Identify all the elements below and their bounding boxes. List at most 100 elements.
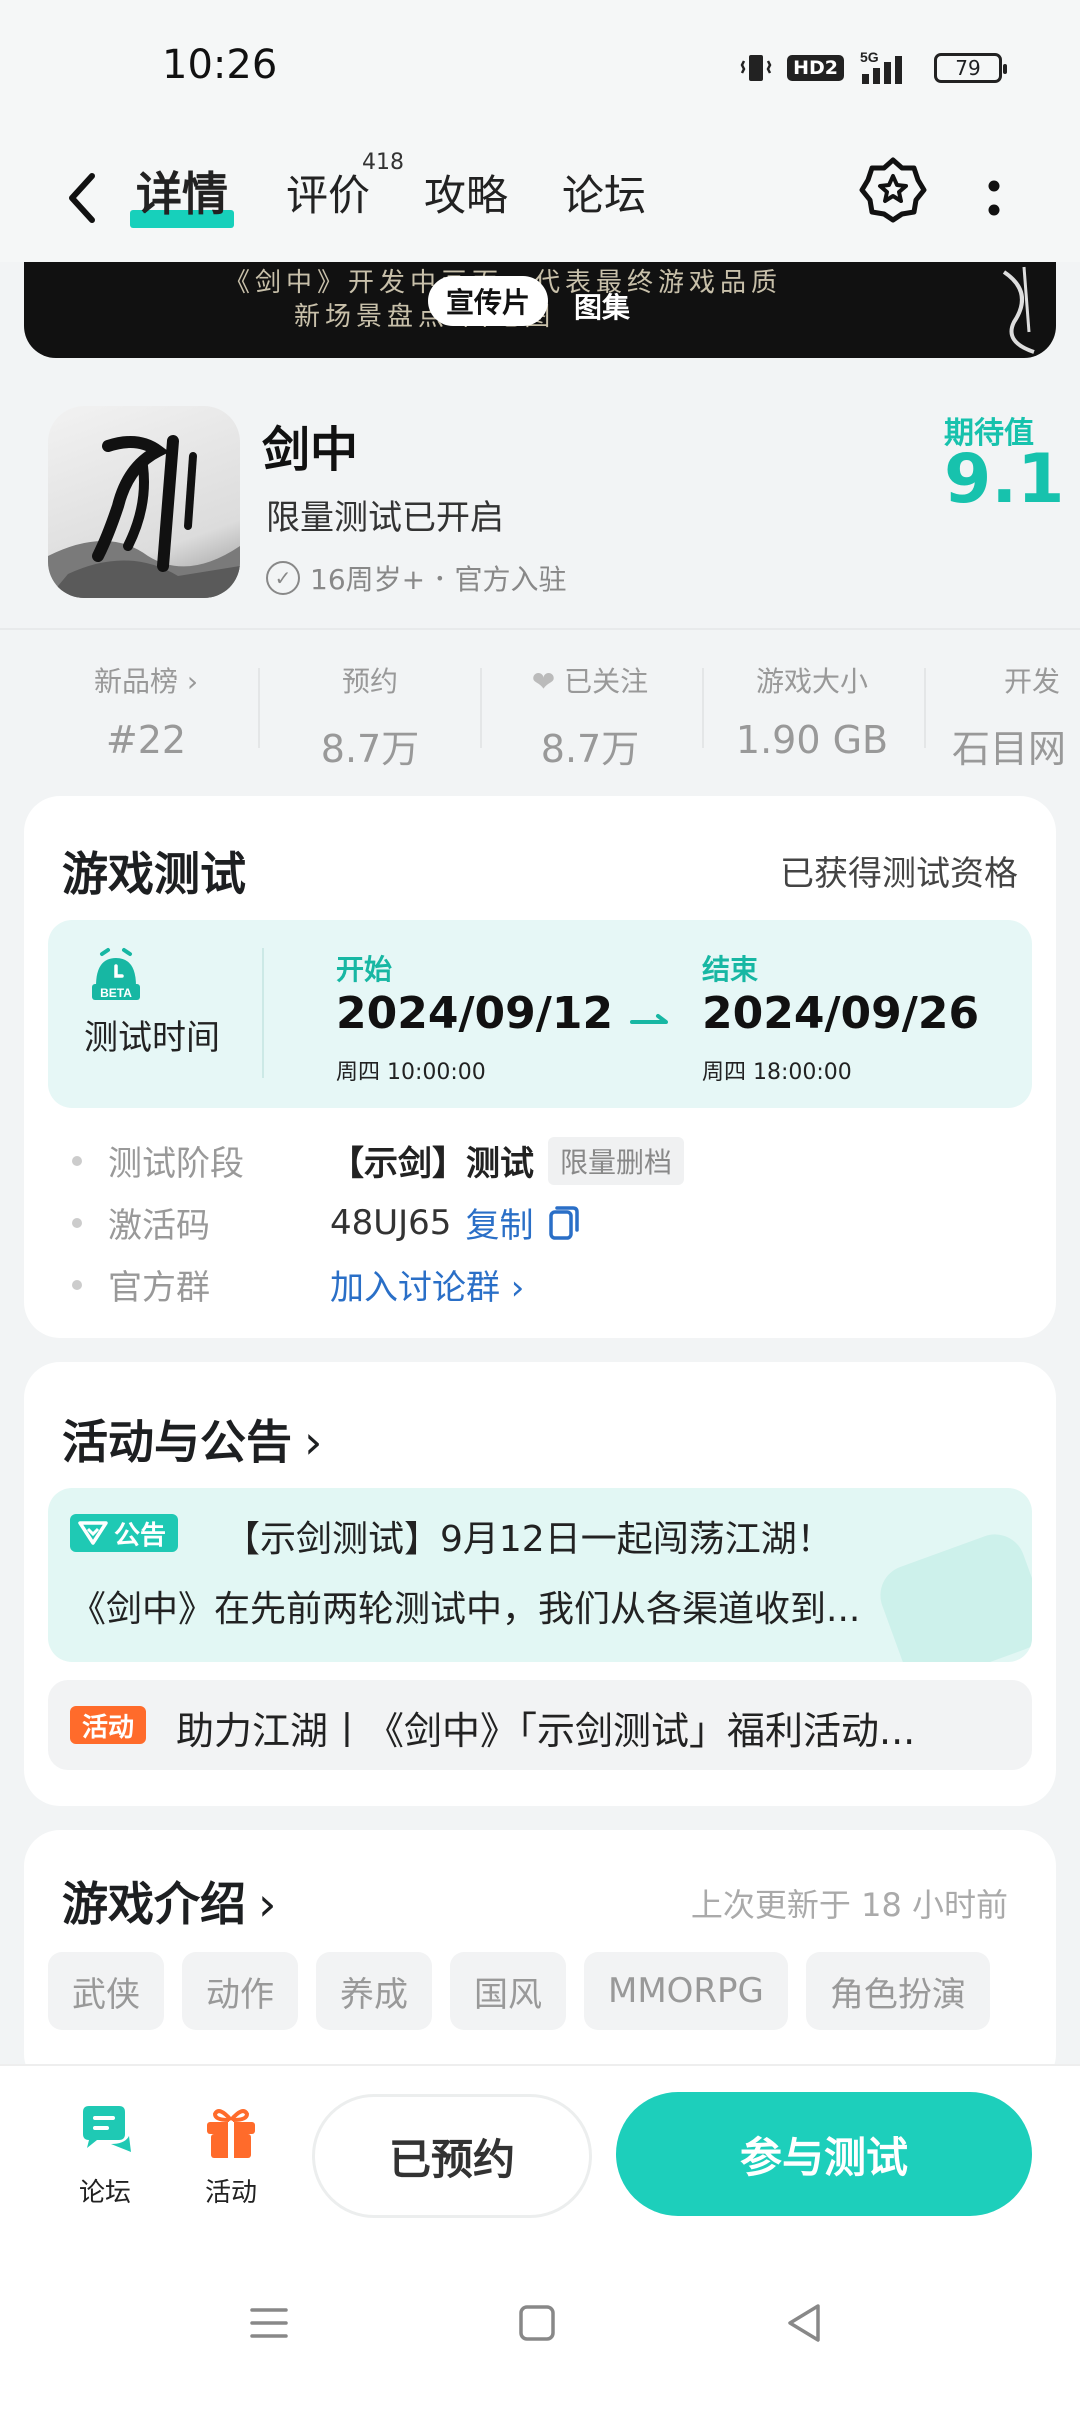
status-icons: HD2 5G 79 [739,46,1007,90]
official-group-row: 官方群 [72,1260,210,1309]
menu-icon[interactable] [244,2298,294,2348]
join-group-link[interactable]: 加入讨论群 › [330,1260,524,1309]
stat-new-rank[interactable]: 新品榜 › #22 [36,660,256,762]
test-qualification-status: 已获得测试资格 [780,854,1018,894]
stat-game-size: 游戏大小 1.90 GB [702,660,922,762]
forum-shortcut[interactable]: 论坛 [50,2102,160,2209]
system-nav-bar [0,2240,1080,2412]
more-button[interactable] [974,170,1014,230]
expect-score: 9.1 [944,440,1065,519]
svg-text:5G: 5G [860,49,879,65]
official-group-label: 官方群 [108,1268,210,1308]
activity-title: 活动与公告 [62,1415,292,1469]
battery-level: 79 [955,56,981,80]
event-title: 助力江湖丨《剑中》「示剑测试」福利活动... [176,1709,916,1753]
activity-title-link[interactable]: 活动与公告 › [62,1406,322,1472]
back-nav-icon[interactable] [780,2298,830,2348]
battery-icon: 79 [934,53,1007,83]
signal-icon: 5G [858,48,920,88]
tab-reviews[interactable]: 评价 [286,162,370,223]
stat-developer[interactable]: 开发 石目网 [940,660,1080,773]
notice-excerpt: 《剑中》在先前两轮测试中，我们从各渠道收到... [70,1589,861,1630]
stat-value: 8.7万 [320,727,420,771]
stat-value: 8.7万 [540,727,640,771]
stat-value: 石目网 [952,727,1067,771]
vibrate-icon [739,51,773,85]
tag-item[interactable]: 国风 [450,1952,566,2030]
tag-item[interactable]: 角色扮演 [805,1952,990,2030]
stat-label: 已关注 [564,665,649,698]
activation-code-label: 激活码 [108,1206,210,1246]
event-item[interactable]: 活动 助力江湖丨《剑中》「示剑测试」福利活动... [48,1680,1032,1770]
gift-icon [207,2109,255,2158]
chevron-right-icon: › [258,1877,277,1931]
meta-separator: • [435,568,445,588]
chevron-left-icon [69,173,95,223]
events-shortcut[interactable]: 活动 [176,2102,286,2209]
bullet [72,1217,82,1228]
stat-label: 新品榜 › [93,665,199,698]
stat-label: 游戏大小 [755,665,868,698]
test-stage-value-group: 【示剑】测试 限量删档 [330,1136,685,1185]
join-test-button[interactable]: 参与测试 [616,2092,1032,2216]
chat-bubble-icon [83,2106,131,2152]
tab-forum[interactable]: 论坛 [562,162,646,223]
copy-icon [549,1205,580,1240]
notice-badge-label: 公告 [114,1520,167,1551]
tab-guides[interactable]: 攻略 [424,162,508,223]
game-meta: ✓ 16周岁+ • 官方入驻 [266,558,567,598]
bullet [72,1155,82,1166]
favorite-button[interactable] [858,154,928,224]
notice-title: 【示剑测试】9月12日一起闯荡江湖！ [224,1519,833,1560]
stat-label: 预约 [341,665,398,698]
end-date: 2024/09/26 [702,988,980,1039]
test-stage-value: 【示剑】测试 [330,1144,534,1184]
test-box-divider [262,948,264,1078]
intro-title-link[interactable]: 游戏介绍 › [62,1868,276,1934]
tag-item[interactable]: 养成 [316,1952,432,2030]
test-stage-label: 测试阶段 [108,1144,244,1184]
official-tag: 官方入驻 [454,563,567,596]
intro-title: 游戏介绍 [62,1877,246,1931]
stat-label: 开发 [1004,665,1061,698]
media-banner[interactable]: 《剑中》开发中画面，代表最终游戏品质 新场景盘点 田地图 宣传片 图集 [24,262,1056,358]
status-time: 10:26 [162,42,278,88]
events-label: 活动 [204,2178,257,2208]
test-card-title: 游戏测试 [62,847,246,901]
game-icon [48,406,240,598]
notice-item[interactable]: 公告 【示剑测试】9月12日一起闯荡江湖！ 《剑中》在先前两轮测试中，我们从各渠… [48,1488,1032,1662]
game-title: 剑中 [262,422,359,478]
tab-details[interactable]: 详情 [136,158,228,224]
activation-code-value: 48UJ65 [330,1202,452,1243]
activation-code-row: 激活码 [72,1198,210,1247]
stat-followers[interactable]: ❤ 已关注 8.7万 [480,660,700,773]
more-vertical-icon [988,180,1000,216]
age-rating: 16周岁+ [310,563,426,596]
heart-icon: ❤ [531,665,556,698]
beta-text: BETA [100,986,132,1000]
test-time-label: 测试时间 [84,1018,220,1058]
start-label: 开始 [336,953,393,986]
banner-tab-video[interactable]: 宣传片 [428,276,549,326]
beta-clock-icon: BETA [92,948,140,1000]
home-icon[interactable] [512,2298,562,2348]
tag-item[interactable]: 动作 [182,1952,298,2030]
reviews-count-badge: 418 [362,150,404,175]
reserved-button[interactable]: 已预约 [312,2094,592,2218]
hd-badge: HD2 [787,55,844,81]
event-badge: 活动 [70,1706,147,1744]
end-time: 周四 18:00:00 [702,1060,852,1085]
copy-code-button[interactable]: 复制 [465,1198,581,1247]
test-stage-tag: 限量删档 [548,1136,685,1185]
banner-tab-gallery[interactable]: 图集 [574,286,630,326]
notice-badge: 公告 [70,1514,179,1552]
forum-label: 论坛 [78,2178,131,2208]
stat-divider [924,668,926,748]
test-stage-row: 测试阶段 [72,1136,244,1185]
top-nav: 详情 评价 418 攻略 论坛 [0,130,1080,262]
back-button[interactable] [52,158,112,238]
end-label: 结束 [702,953,759,986]
diamond-heart-icon [78,1521,108,1545]
tag-item[interactable]: 武侠 [48,1952,164,2030]
tag-item[interactable]: MMORPG [584,1952,788,2030]
